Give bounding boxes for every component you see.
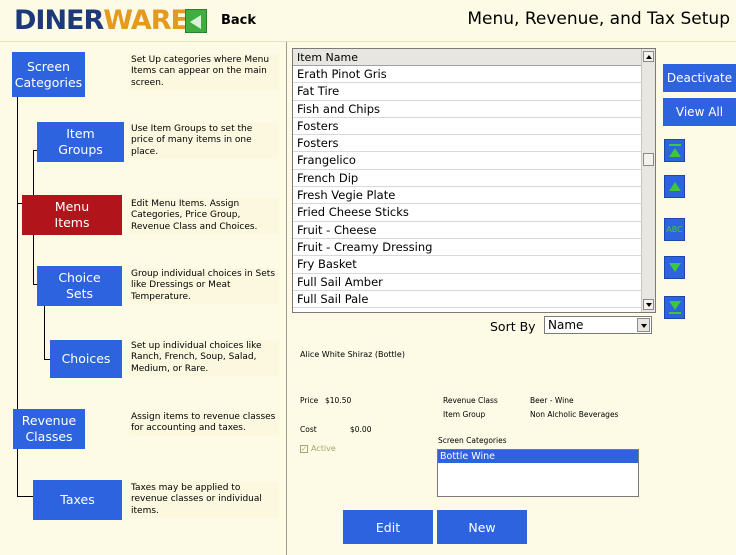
scroll-down-icon[interactable]: [643, 299, 654, 310]
nav-label: Revenue Classes: [21, 413, 77, 444]
active-checkbox[interactable]: ✓ Active: [300, 444, 336, 453]
tree-line-choices: [44, 300, 45, 360]
nav-desc-screen-categories: Set Up categories where Menu Items can a…: [129, 54, 279, 90]
nav-choice-sets[interactable]: Choice Sets: [37, 266, 122, 306]
list-item[interactable]: Fat Tire: [293, 83, 641, 101]
nav-menu-items[interactable]: Menu Items: [22, 195, 122, 235]
nav-item-groups[interactable]: Item Groups: [37, 122, 124, 162]
list-header[interactable]: Item Name: [293, 49, 655, 66]
list-scrollbar[interactable]: [641, 49, 655, 312]
revenue-class-label: Revenue Class: [443, 396, 498, 405]
sort-label: Sort By: [490, 319, 536, 334]
list-item[interactable]: Frangelico: [293, 152, 641, 170]
chevron-down-icon[interactable]: [637, 318, 650, 332]
revenue-class-value: Beer - Wine: [530, 396, 574, 405]
list-item[interactable]: Fried Cheese Sticks: [293, 204, 641, 222]
arrow-up-icon: [669, 182, 681, 191]
list-item[interactable]: Fry Basket: [293, 256, 641, 274]
nav-desc-taxes: Taxes may be applied to revenue classes …: [129, 482, 279, 518]
move-up-icon[interactable]: [664, 175, 685, 198]
deactivate-button[interactable]: Deactivate: [663, 64, 736, 92]
list-item[interactable]: Full Sail Amber: [293, 274, 641, 291]
nav-label: Menu Items: [54, 199, 90, 230]
active-label: Active: [311, 444, 336, 453]
nav-revenue-classes[interactable]: Revenue Classes: [13, 409, 85, 449]
list-item[interactable]: Fresh Vegie Plate: [293, 187, 641, 205]
bottom-bar-icon: [669, 312, 681, 314]
abc-label: ABC: [666, 225, 683, 234]
nav-desc-choices: Set up individual choices like Ranch, Fr…: [129, 340, 279, 376]
nav-choices[interactable]: Choices: [50, 340, 122, 378]
list-item[interactable]: Fruit - Cheese: [293, 222, 641, 239]
back-label[interactable]: Back: [221, 13, 256, 28]
list-item[interactable]: Fosters: [293, 118, 641, 136]
sort-select[interactable]: Name: [544, 316, 652, 334]
move-top-icon[interactable]: [664, 139, 685, 162]
list-item[interactable]: French Dip: [293, 170, 641, 188]
nav-desc-choice-sets: Group individual choices in Sets like Dr…: [129, 268, 279, 304]
nav-desc-menu-items: Edit Menu Items. Assign Categories, Pric…: [129, 198, 279, 234]
view-all-button[interactable]: View All: [663, 98, 736, 126]
list-item[interactable]: Fish and Chips: [293, 101, 641, 118]
cost-label: Cost: [300, 425, 317, 434]
item-group-value: Non Alcholic Beverages: [530, 410, 619, 419]
nav-label: Choices: [61, 351, 111, 367]
move-bottom-icon[interactable]: [664, 296, 685, 319]
panel-divider: [286, 42, 287, 555]
tree-line-taxes: [17, 445, 18, 497]
nav-label: Screen Categories: [14, 58, 83, 90]
cost-value: $0.00: [350, 425, 372, 434]
page-title: Menu, Revenue, and Tax Setup: [467, 9, 730, 29]
list-item[interactable]: Fruit - Creamy Dressing: [293, 239, 641, 257]
nav-taxes[interactable]: Taxes: [33, 480, 122, 520]
scroll-thumb[interactable]: [643, 153, 654, 166]
tree-line-taxes-h: [17, 496, 33, 497]
edit-button[interactable]: Edit: [343, 510, 433, 544]
list-item[interactable]: Bottle Wine: [438, 450, 638, 463]
arrow-down-icon: [669, 301, 681, 310]
new-button[interactable]: New: [437, 510, 527, 544]
header-bar: DINERWARE® Back Menu, Revenue, and Tax S…: [0, 0, 736, 42]
arrow-up-icon: [669, 148, 681, 157]
item-group-label: Item Group: [443, 410, 486, 419]
item-list[interactable]: Item Name Erath Pinot Gris Fat Tire Fish…: [292, 48, 656, 313]
list-item[interactable]: Fosters: [293, 135, 641, 153]
tree-line-main: [17, 93, 18, 410]
dinerware-logo: DINERWARE®: [14, 5, 197, 36]
screen-categories-label: Screen Categories: [438, 436, 507, 445]
price-label: Price: [300, 396, 319, 405]
move-down-icon[interactable]: [664, 256, 685, 279]
logo-part1: DINER: [14, 5, 104, 36]
back-arrow-icon[interactable]: [185, 9, 207, 33]
list-item[interactable]: Erath Pinot Gris: [293, 66, 641, 84]
scroll-up-icon[interactable]: [643, 51, 654, 62]
price-value: $10.50: [325, 396, 352, 405]
alphabetical-icon[interactable]: ABC: [664, 218, 685, 241]
arrow-down-icon: [669, 263, 681, 272]
check-icon: ✓: [300, 444, 308, 453]
nav-label: Item Groups: [58, 126, 103, 157]
nav-label: Choice Sets: [58, 270, 101, 301]
nav-desc-revenue-classes: Assign items to revenue classes for acco…: [129, 411, 279, 436]
logo-part2: WARE: [103, 5, 189, 36]
top-bar-icon: [669, 144, 681, 146]
item-name: Alice White Shiraz (Bottle): [300, 350, 405, 359]
screen-categories-list[interactable]: Bottle Wine: [437, 449, 639, 497]
list-item[interactable]: Full Sail Pale: [293, 291, 641, 309]
nav-label: Taxes: [60, 492, 95, 508]
nav-screen-categories[interactable]: Screen Categories: [12, 52, 85, 97]
sort-value: Name: [548, 318, 584, 332]
nav-desc-item-groups: Use Item Groups to set the price of many…: [129, 123, 279, 159]
